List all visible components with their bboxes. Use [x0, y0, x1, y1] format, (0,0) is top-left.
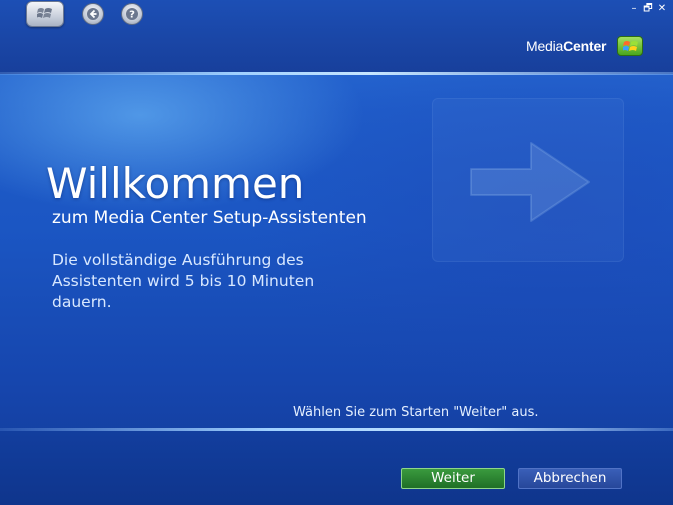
logo-text-bold: Center: [563, 38, 607, 54]
windows-flag-icon: [37, 8, 52, 18]
minimize-button[interactable]: –: [629, 2, 639, 16]
close-button[interactable]: ✕: [657, 2, 667, 16]
start-button[interactable]: [26, 1, 64, 27]
svg-text:?: ?: [129, 10, 135, 21]
window-controls: – 🗗 ✕: [629, 2, 667, 16]
help-icon: ?: [126, 8, 138, 21]
page-subtitle: zum Media Center Setup-Assistenten: [52, 208, 367, 228]
top-divider: [0, 72, 673, 75]
media-center-flag-icon: [617, 36, 643, 56]
media-center-window: ? – 🗗 ✕ MediaCenter Willkommen zum Media…: [0, 0, 673, 505]
next-button[interactable]: Weiter: [401, 468, 505, 489]
description-text: Die vollständige Ausführung des Assisten…: [52, 251, 315, 311]
logo-text-light: Media: [526, 38, 564, 54]
watermark-panel: [432, 98, 624, 262]
media-center-logo: MediaCenter: [526, 38, 606, 55]
help-button[interactable]: ?: [121, 3, 143, 25]
back-button[interactable]: [82, 3, 104, 25]
arrow-right-icon: [470, 142, 590, 222]
restore-button[interactable]: 🗗: [643, 2, 653, 16]
cancel-button[interactable]: Abbrechen: [518, 468, 622, 489]
page-title: Willkommen: [46, 159, 305, 208]
start-hint: Wählen Sie zum Starten "Weiter" aus.: [293, 405, 539, 420]
back-arrow-icon: [87, 8, 99, 20]
